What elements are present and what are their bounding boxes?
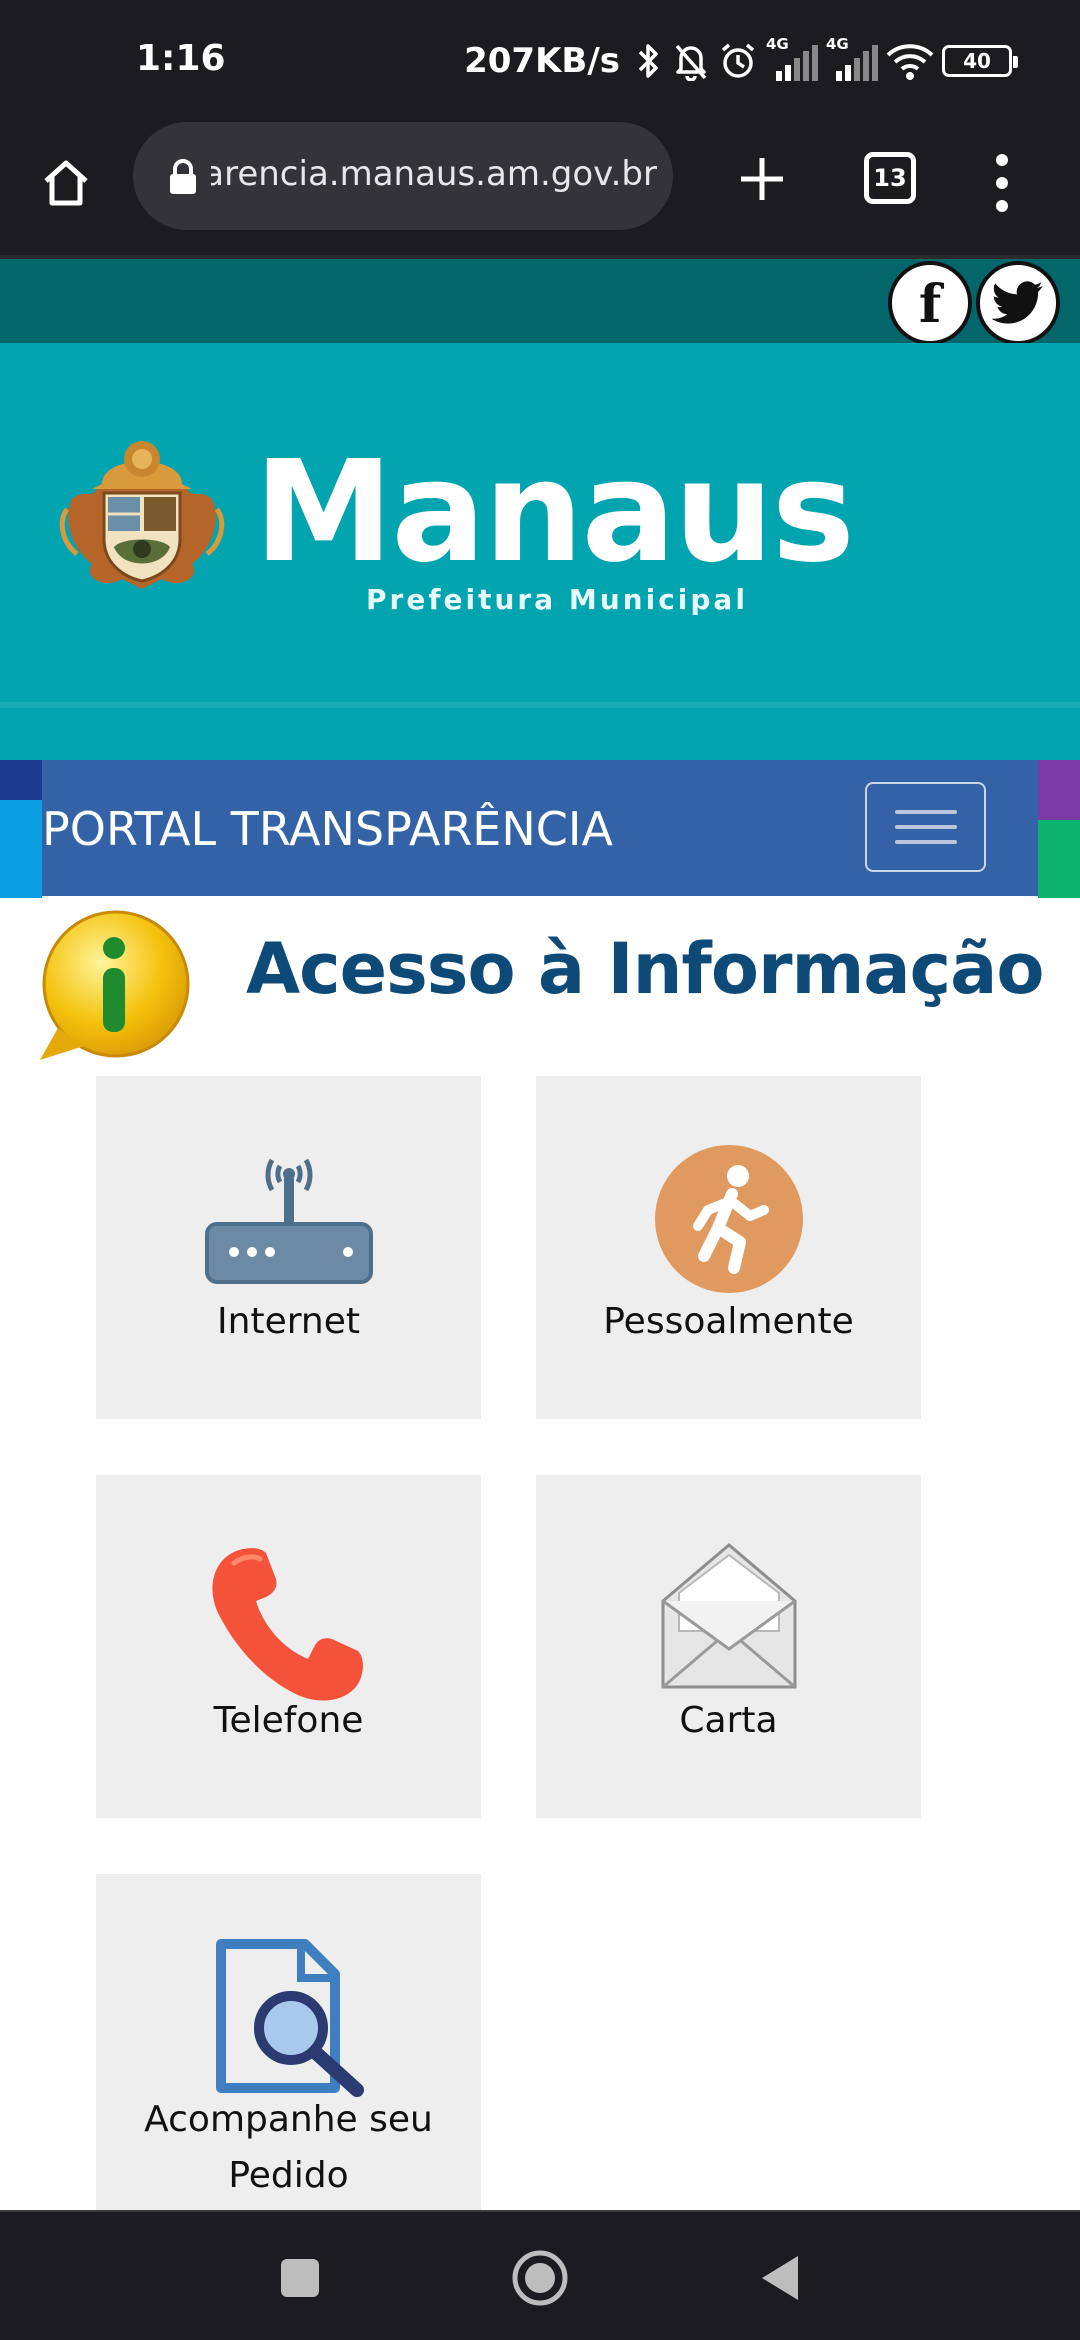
tile-pessoalmente-icon-wrap (536, 1144, 921, 1294)
section-title: Acesso à Informação (246, 928, 1044, 1010)
twitter-icon (991, 281, 1043, 324)
hamburger-line (894, 840, 957, 844)
tile-internet-icon-wrap (96, 1146, 481, 1286)
tile-pessoalmente-label: Pessoalmente (603, 1301, 854, 1342)
dot-icon (996, 154, 1008, 166)
twitter-button[interactable] (976, 261, 1060, 345)
back-button[interactable] (750, 2248, 810, 2308)
signal-2: 4G (826, 35, 878, 83)
info-bubble-icon (40, 910, 190, 1060)
hamburger-menu-button[interactable] (865, 782, 986, 872)
navbar-wrapper: PORTAL TRANSPARÊNCIA (0, 760, 1080, 898)
nav-decoration-left (0, 760, 42, 898)
overflow-menu-button[interactable] (980, 147, 1024, 219)
document-search-icon (215, 1939, 364, 2097)
router-icon (204, 1158, 373, 1284)
url-text: arencia.manaus.am.gov.br (211, 154, 657, 194)
tile-internet[interactable]: Internet (96, 1076, 481, 1419)
tile-carta-label: Carta (679, 1700, 778, 1741)
new-tab-button[interactable] (726, 143, 798, 215)
square-icon (281, 2259, 319, 2297)
brand-name: Manaus (254, 431, 855, 594)
wifi-icon (886, 44, 934, 80)
tile-carta-icon-wrap (536, 1541, 921, 1691)
social-strip: f (0, 255, 1080, 345)
nav-decoration-right (1038, 760, 1080, 898)
walking-person-icon (654, 1145, 803, 1293)
tile-telefone-icon-wrap (96, 1539, 481, 1709)
home-icon (44, 160, 88, 206)
tile-telefone[interactable]: Telefone (96, 1475, 481, 1818)
site-banner: Manaus Prefeitura Municipal (0, 343, 1080, 760)
circle-icon (512, 2250, 568, 2306)
address-bar[interactable]: arencia.manaus.am.gov.br (133, 122, 673, 230)
tile-acompanhe-pedido[interactable]: Acompanhe seu Pedido (96, 1874, 481, 2210)
signal-1: 4G (766, 35, 818, 83)
phone-icon (211, 1548, 363, 1701)
status-icons: 207KB/s 4G 4G 40 (464, 35, 1018, 86)
tile-acompanhe-label-2: Pedido (228, 2155, 349, 2196)
tile-acompanhe-label-1: Acompanhe seu (144, 2099, 433, 2140)
status-time: 1:16 (136, 38, 226, 79)
tab-switcher-button[interactable]: 13 (864, 152, 916, 204)
status-bar: 1:16 207KB/s 4G 4G 40 (0, 0, 1080, 125)
system-home-button[interactable] (510, 2248, 570, 2308)
bell-off-icon (675, 44, 707, 81)
brand-subtitle: Prefeitura Municipal (366, 583, 748, 616)
navbar: PORTAL TRANSPARÊNCIA (42, 760, 1038, 896)
tile-pessoalmente[interactable]: Pessoalmente (536, 1076, 921, 1419)
system-navigation-bar (0, 2210, 1080, 2340)
battery-level: 40 (963, 49, 991, 73)
browser-toolbar: arencia.manaus.am.gov.br 13 (0, 122, 1080, 255)
signal-icon (836, 45, 878, 81)
hamburger-line (894, 825, 957, 829)
dot-icon (996, 200, 1008, 212)
dot-icon (996, 177, 1008, 189)
portal-title[interactable]: PORTAL TRANSPARÊNCIA (42, 802, 613, 856)
plus-icon (741, 158, 783, 200)
tile-carta[interactable]: Carta (536, 1475, 921, 1818)
coat-of-arms-logo[interactable] (52, 429, 232, 609)
envelope-icon (661, 1543, 796, 1689)
facebook-icon: f (918, 274, 942, 335)
bluetooth-icon (638, 44, 658, 78)
signal-icon (776, 45, 818, 81)
alarm-icon (721, 43, 755, 78)
lock-icon (170, 159, 196, 194)
tile-internet-label: Internet (217, 1301, 360, 1342)
tile-telefone-label: Telefone (213, 1700, 364, 1741)
tile-acompanhe-icon-wrap (96, 1938, 481, 2098)
hamburger-line (894, 810, 957, 814)
back-triangle-icon (762, 2256, 798, 2300)
facebook-button[interactable]: f (888, 261, 972, 345)
home-button[interactable] (30, 147, 102, 219)
battery-icon: 40 (942, 45, 1018, 77)
network-speed: 207KB/s (464, 41, 620, 81)
recent-apps-button[interactable] (270, 2248, 330, 2308)
